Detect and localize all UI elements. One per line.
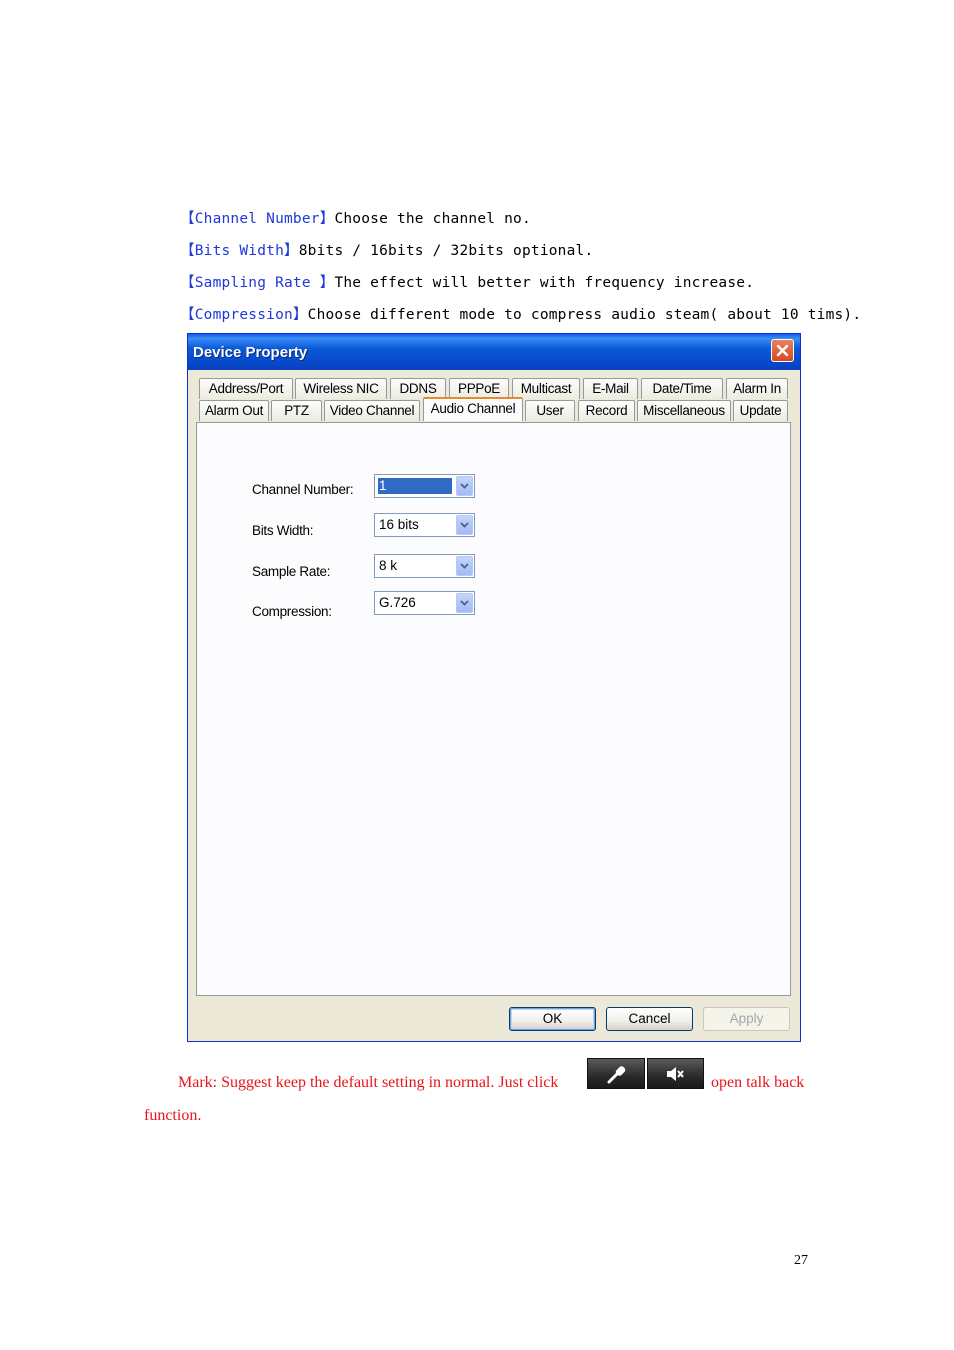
talk-button <box>587 1058 645 1089</box>
mark-text-function: function. <box>144 1107 202 1124</box>
tab-alarm-in[interactable]: Alarm In <box>726 378 788 399</box>
mark-text-continued: open talk back <box>711 1074 805 1091</box>
chevron-down-icon <box>460 600 469 606</box>
close-icon <box>776 344 789 357</box>
dropdown-button[interactable] <box>456 476 473 496</box>
desc-compression: Choose different mode to compress audio … <box>307 307 862 323</box>
compression-select[interactable]: G.726 <box>374 591 475 615</box>
tab-record[interactable]: Record <box>578 400 635 421</box>
talk-back-buttons <box>587 1058 704 1089</box>
tab-update[interactable]: Update <box>733 400 788 421</box>
chevron-down-icon <box>460 483 469 489</box>
bits-width-label: Bits Width: <box>252 523 314 538</box>
doc-line-channel-number: 【Channel Number】Choose the channel no. <box>180 211 531 227</box>
term-sampling-rate: Sampling Rate <box>194 275 320 291</box>
channel-number-value: 1 <box>378 478 452 494</box>
tab-video-channel[interactable]: Video Channel <box>324 400 420 421</box>
sample-rate-value: 8 k <box>379 558 398 573</box>
dropdown-button[interactable] <box>456 556 473 576</box>
chevron-down-icon <box>460 563 469 569</box>
audio-channel-panel: Channel Number: 1 Bits Width: 16 bits Sa… <box>196 422 791 996</box>
title-bar[interactable]: Device Property <box>188 334 800 370</box>
tab-alarm-out[interactable]: Alarm Out <box>199 400 269 421</box>
cancel-button[interactable]: Cancel <box>606 1007 693 1031</box>
tab-miscellaneous[interactable]: Miscellaneous <box>637 400 731 421</box>
tab-email[interactable]: E-Mail <box>583 378 638 399</box>
compression-value: G.726 <box>379 595 416 610</box>
compression-label: Compression: <box>252 604 332 619</box>
bits-width-value: 16 bits <box>379 517 419 532</box>
page-number: 27 <box>794 1253 808 1268</box>
tab-multicast[interactable]: Multicast <box>512 378 580 399</box>
tab-wireless-nic[interactable]: Wireless NIC <box>295 378 387 399</box>
doc-line-bits-width: 【Bits Width】8bits / 16bits / 32bits opti… <box>180 243 594 259</box>
tab-pppoe[interactable]: PPPoE <box>449 378 509 399</box>
term-bits-width: Bits Width <box>194 243 285 259</box>
speaker-button <box>646 1058 704 1089</box>
tab-address-port[interactable]: Address/Port <box>199 378 293 399</box>
term-compression: Compression <box>194 307 293 323</box>
apply-button[interactable]: Apply <box>703 1007 790 1031</box>
desc-channel-number: Choose the channel no. <box>334 211 531 227</box>
tab-audio-channel[interactable]: Audio Channel <box>423 397 523 421</box>
desc-sampling-rate: The effect will better with frequency in… <box>334 275 755 291</box>
sample-rate-label: Sample Rate: <box>252 564 331 579</box>
tab-ddns[interactable]: DDNS <box>390 378 446 399</box>
mark-text: Mark: Suggest keep the default setting i… <box>178 1074 559 1091</box>
close-button[interactable] <box>771 339 794 362</box>
doc-line-compression: 【Compression】Choose different mode to co… <box>180 307 862 323</box>
microphone-icon <box>607 1065 626 1083</box>
channel-number-label: Channel Number: <box>252 482 354 497</box>
desc-bits-width: 8bits / 16bits / 32bits optional. <box>298 243 594 259</box>
tab-ptz[interactable]: PTZ <box>271 400 322 421</box>
term-channel-number: Channel Number <box>194 211 320 227</box>
bits-width-select[interactable]: 16 bits <box>374 513 475 537</box>
speaker-icon <box>667 1066 685 1081</box>
doc-line-sampling-rate: 【Sampling Rate 】The effect will better w… <box>180 275 755 291</box>
ok-button[interactable]: OK <box>509 1007 596 1031</box>
channel-number-select[interactable]: 1 <box>374 474 475 498</box>
dropdown-button[interactable] <box>456 593 473 613</box>
tab-date-time[interactable]: Date/Time <box>641 378 723 399</box>
sample-rate-select[interactable]: 8 k <box>374 554 475 578</box>
dropdown-button[interactable] <box>456 515 473 535</box>
tab-user[interactable]: User <box>525 400 575 421</box>
device-property-dialog: Device Property Address/Port Wireless NI… <box>187 333 801 1042</box>
chevron-down-icon <box>460 522 469 528</box>
dialog-title: Device Property <box>193 344 308 361</box>
